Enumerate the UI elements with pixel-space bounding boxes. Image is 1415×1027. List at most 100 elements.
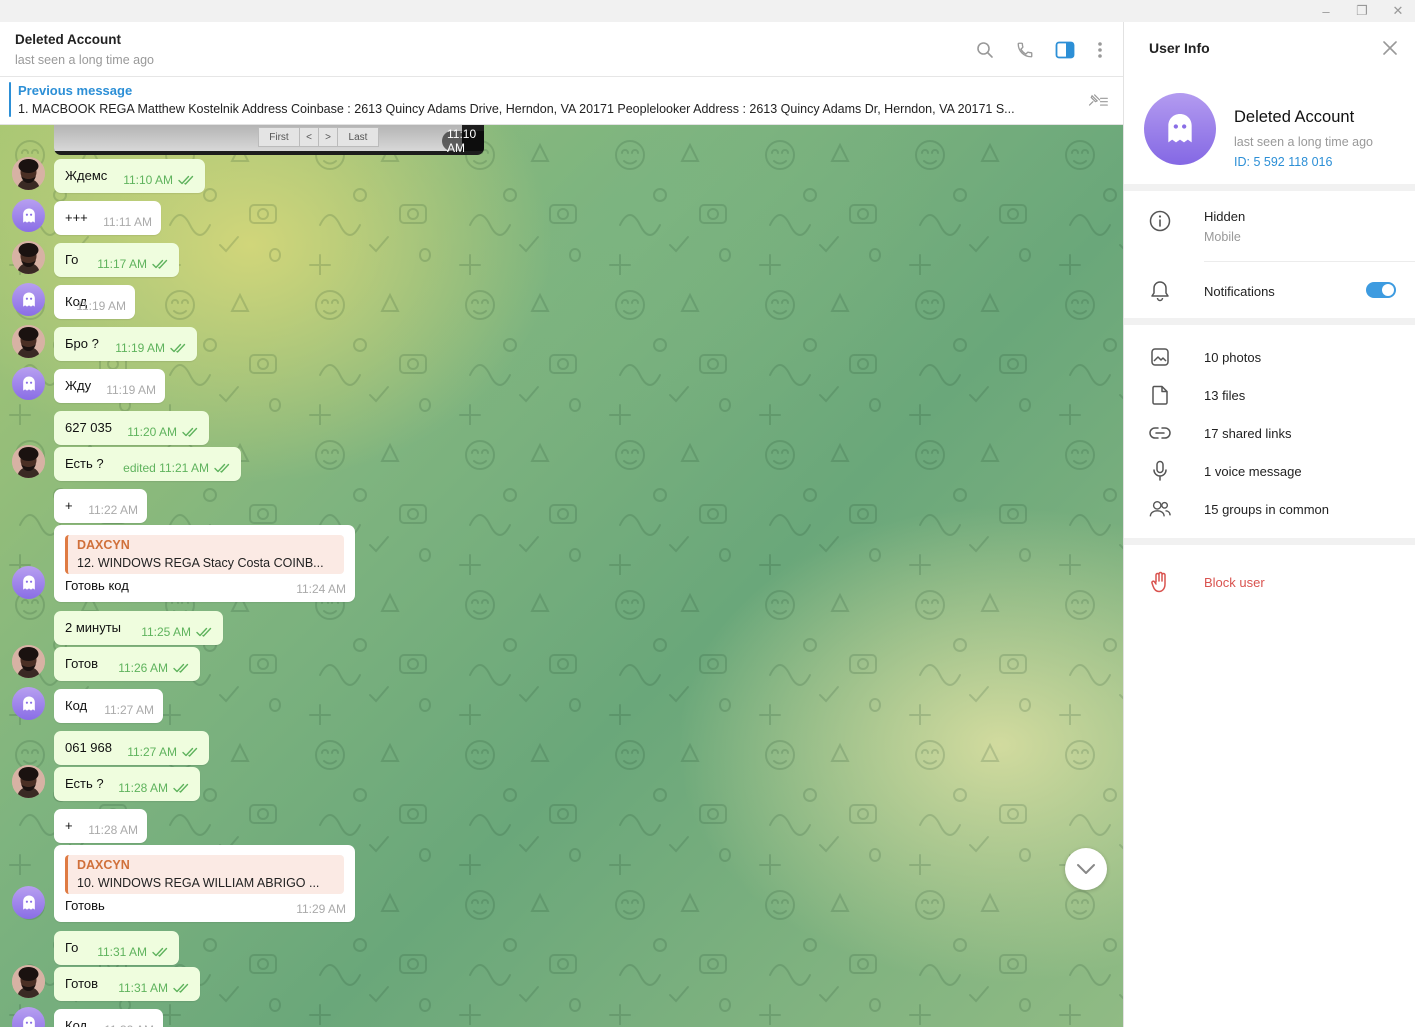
groups-in-common[interactable]: 15 groups in common bbox=[1204, 502, 1329, 517]
avatar[interactable] bbox=[12, 283, 45, 316]
message-incoming[interactable]: +11:28 AM bbox=[54, 809, 147, 843]
reply-author: DAXCYN bbox=[77, 538, 130, 552]
close-icon[interactable] bbox=[1380, 38, 1400, 58]
message-meta: 11:28 AM bbox=[88, 823, 138, 837]
photo-preview[interactable]: First < > Last bbox=[54, 125, 462, 151]
message-incoming[interactable]: Код 11:19 AM bbox=[54, 285, 135, 319]
chat-title[interactable]: Deleted Account bbox=[15, 32, 121, 47]
photo-next-icon: > bbox=[318, 127, 338, 147]
restore-icon[interactable]: ❐ bbox=[1347, 2, 1377, 20]
avatar[interactable] bbox=[12, 765, 45, 798]
notifications-toggle[interactable] bbox=[1366, 282, 1396, 298]
photo-prev-icon: < bbox=[299, 127, 319, 147]
avatar[interactable] bbox=[12, 965, 45, 998]
sidebar-toggle-icon[interactable] bbox=[1054, 39, 1076, 61]
message-outgoing[interactable]: Бро ? 11:19 AM bbox=[54, 327, 197, 361]
message-outgoing[interactable]: Го 11:31 AM bbox=[54, 931, 179, 965]
minimize-icon[interactable]: – bbox=[1311, 2, 1341, 20]
shared-files[interactable]: 13 files bbox=[1204, 388, 1245, 403]
avatar[interactable] bbox=[12, 645, 45, 678]
toggle-knob bbox=[1382, 284, 1394, 296]
avatar[interactable] bbox=[12, 199, 45, 232]
message-time: 11:27 AM bbox=[127, 745, 177, 759]
message-outgoing[interactable]: Го 11:17 AM bbox=[54, 243, 179, 277]
avatar[interactable] bbox=[12, 241, 45, 274]
bell-icon bbox=[1149, 280, 1171, 302]
message-incoming[interactable]: DAXCYN 12. WINDOWS REGA Stacy Costa COINB… bbox=[54, 525, 355, 602]
pin-list-icon[interactable] bbox=[1087, 89, 1109, 111]
message-time: 11:10 AM bbox=[123, 173, 173, 187]
message-incoming[interactable]: +11:22 AM bbox=[54, 489, 147, 523]
user-photo-icon bbox=[12, 445, 45, 478]
message-incoming[interactable]: +++ 11:11 AM bbox=[54, 201, 161, 235]
message-time: 11:19 AM bbox=[115, 341, 165, 355]
message-text: Готов bbox=[65, 976, 99, 991]
shared-links[interactable]: 17 shared links bbox=[1204, 426, 1291, 441]
message-time: 11:26 AM bbox=[118, 661, 168, 675]
read-check-icon bbox=[170, 343, 188, 353]
panel-title: User Info bbox=[1149, 40, 1210, 56]
message-time: 11:31 AM bbox=[97, 945, 147, 959]
avatar[interactable] bbox=[12, 157, 45, 190]
avatar[interactable] bbox=[12, 687, 45, 720]
message-outgoing[interactable]: Готов 11:31 AM bbox=[54, 967, 200, 1001]
message-meta: 11:11 AM bbox=[103, 215, 152, 229]
photo-message[interactable]: First < > Last 11:10 AM bbox=[54, 125, 484, 155]
reply-quote[interactable]: DAXCYN 10. WINDOWS REGA WILLIAM ABRIGO ..… bbox=[65, 855, 344, 894]
message-meta: 11:20 AM bbox=[127, 425, 200, 439]
profile-id[interactable]: ID: 5 592 118 016 bbox=[1234, 155, 1332, 169]
message-outgoing[interactable]: Ждемс 11:10 AM bbox=[54, 159, 205, 193]
microphone-icon bbox=[1149, 460, 1171, 482]
message-outgoing[interactable]: 061 968 11:27 AM bbox=[54, 731, 209, 765]
profile-avatar[interactable] bbox=[1144, 93, 1216, 165]
section-divider bbox=[1124, 318, 1415, 325]
avatar[interactable] bbox=[12, 445, 45, 478]
message-incoming[interactable]: DAXCYN 10. WINDOWS REGA WILLIAM ABRIGO ..… bbox=[54, 845, 355, 922]
ghost-icon bbox=[19, 1014, 39, 1027]
message-meta: 11:17 AM bbox=[97, 257, 170, 271]
pinned-message-bar[interactable]: Previous message 1. MACBOOK REGA Matthew… bbox=[0, 77, 1123, 125]
message-time: 11:25 AM bbox=[141, 625, 191, 639]
chat-header[interactable]: Deleted Account last seen a long time ag… bbox=[0, 22, 1123, 77]
phone-value[interactable]: Hidden bbox=[1204, 209, 1245, 224]
search-icon[interactable] bbox=[974, 39, 996, 61]
window-close-icon[interactable]: ✕ bbox=[1383, 2, 1413, 20]
section-divider bbox=[1124, 184, 1415, 191]
avatar[interactable] bbox=[12, 325, 45, 358]
block-user-button[interactable]: Block user bbox=[1204, 575, 1265, 590]
message-text: Го bbox=[65, 252, 79, 267]
ghost-icon bbox=[19, 893, 39, 913]
shared-photos[interactable]: 10 photos bbox=[1204, 350, 1261, 365]
section-divider bbox=[1124, 538, 1415, 545]
message-meta: 11:28 AM bbox=[118, 781, 191, 795]
phone-icon[interactable] bbox=[1014, 39, 1036, 61]
message-incoming[interactable]: Жду 11:19 AM bbox=[54, 369, 165, 403]
avatar[interactable] bbox=[12, 367, 45, 400]
reply-text: 12. WINDOWS REGA Stacy Costa COINB... bbox=[77, 556, 324, 570]
message-outgoing[interactable]: 627 035 11:20 AM bbox=[54, 411, 209, 445]
user-photo-icon bbox=[12, 645, 45, 678]
message-incoming[interactable]: Код 11:32 AM bbox=[54, 1009, 163, 1027]
scroll-down-button[interactable] bbox=[1065, 848, 1107, 890]
more-vertical-icon[interactable] bbox=[1089, 39, 1111, 61]
message-outgoing[interactable]: 2 минуты 11:25 AM bbox=[54, 611, 223, 645]
file-icon bbox=[1149, 384, 1171, 406]
message-text: Код bbox=[65, 1018, 88, 1027]
message-meta: 11:22 AM bbox=[88, 503, 138, 517]
chat-history[interactable]: First < > Last 11:10 AM Ждемс 11:10 AM +++… bbox=[0, 125, 1123, 1027]
message-outgoing[interactable]: Есть ? edited 11:21 AM bbox=[54, 447, 241, 481]
message-meta: 11:19 AM bbox=[115, 341, 188, 355]
avatar[interactable] bbox=[12, 566, 45, 599]
message-incoming[interactable]: Код 11:27 AM bbox=[54, 689, 163, 723]
read-check-icon bbox=[173, 783, 191, 793]
reply-quote[interactable]: DAXCYN 12. WINDOWS REGA Stacy Costa COINB… bbox=[65, 535, 344, 574]
message-text: Есть ? bbox=[65, 776, 104, 791]
message-outgoing[interactable]: Готов 11:26 AM bbox=[54, 647, 200, 681]
message-text: + bbox=[65, 818, 73, 833]
message-outgoing[interactable]: Есть ? 11:28 AM bbox=[54, 767, 200, 801]
window-titlebar: – ❐ ✕ bbox=[0, 0, 1415, 22]
user-info-panel: User Info Deleted Account last seen a lo… bbox=[1123, 22, 1415, 1027]
ghost-icon bbox=[19, 206, 39, 226]
voice-messages[interactable]: 1 voice message bbox=[1204, 464, 1302, 479]
avatar[interactable] bbox=[12, 886, 45, 919]
